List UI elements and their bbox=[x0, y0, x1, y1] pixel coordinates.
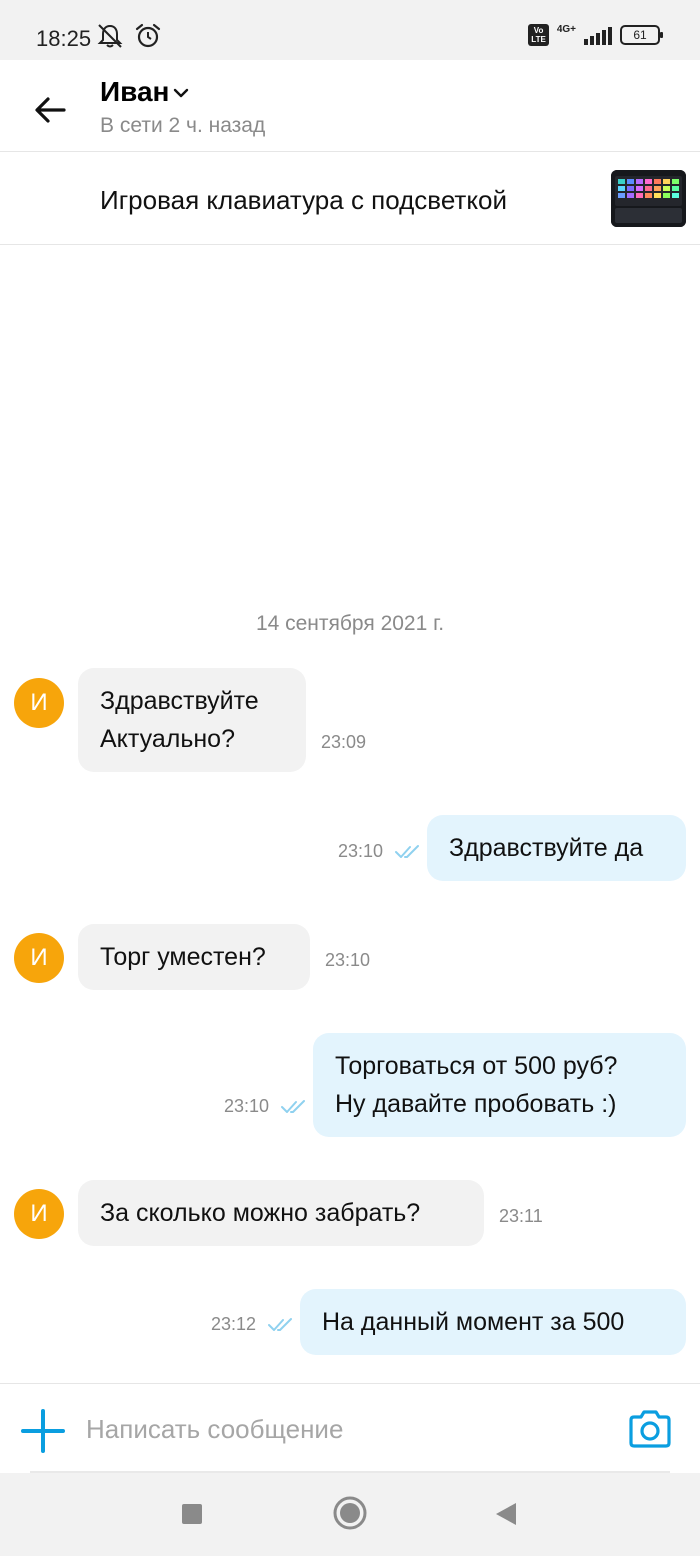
chevron-down-icon[interactable] bbox=[172, 84, 190, 102]
camera-icon[interactable] bbox=[627, 1408, 673, 1450]
avatar[interactable]: И bbox=[14, 1189, 64, 1239]
message-bubble-incoming[interactable]: Торг уместен? bbox=[78, 924, 310, 990]
message-time: 23:10 bbox=[325, 950, 371, 970]
contact-status: В сети 2 ч. назад bbox=[100, 114, 266, 137]
contact-name[interactable]: Иван bbox=[100, 76, 169, 108]
message-composer bbox=[0, 1383, 700, 1473]
status-bar: 18:25 Vo LTE 4G+ 61 bbox=[0, 0, 700, 60]
signal-icon bbox=[584, 25, 612, 45]
volte-icon: Vo LTE bbox=[528, 24, 549, 46]
back-arrow-icon[interactable] bbox=[30, 90, 70, 130]
ad-title[interactable]: Игровая клавиатура с подсветкой bbox=[100, 185, 507, 216]
message-time: 23:11 bbox=[499, 1206, 543, 1226]
status-indicators: Vo LTE 4G+ 61 bbox=[528, 23, 663, 46]
alarm-icon bbox=[135, 23, 161, 48]
read-checkmarks-icon bbox=[281, 1100, 305, 1113]
ad-thumbnail[interactable] bbox=[611, 170, 686, 227]
plus-icon[interactable] bbox=[20, 1408, 66, 1454]
keyboard-image-icon bbox=[611, 170, 686, 227]
avatar[interactable]: И bbox=[14, 678, 64, 728]
message-bubble-outgoing[interactable]: На данный момент за 500 bbox=[300, 1289, 686, 1355]
message-bubble-outgoing[interactable]: Торговаться от 500 руб? Ну давайте пробо… bbox=[313, 1033, 686, 1137]
network-type: 4G+ bbox=[556, 23, 576, 35]
mute-notifications-icon bbox=[97, 24, 123, 48]
read-checkmarks-icon bbox=[268, 1318, 292, 1331]
recents-square-icon[interactable] bbox=[180, 1502, 204, 1526]
message-time: 23:10 bbox=[338, 841, 384, 861]
home-circle-icon[interactable] bbox=[332, 1495, 368, 1531]
message-bubble-incoming[interactable]: За сколько можно забрать? bbox=[78, 1180, 484, 1246]
read-checkmarks-icon bbox=[395, 845, 419, 858]
status-time: 18:25 bbox=[36, 26, 92, 51]
battery-icon: 61 bbox=[620, 25, 663, 45]
message-time: 23:12 bbox=[211, 1314, 257, 1334]
avatar[interactable]: И bbox=[14, 933, 64, 983]
back-triangle-icon[interactable] bbox=[494, 1501, 518, 1527]
message-bubble-incoming[interactable]: Здравствуйте Актуально? bbox=[78, 668, 306, 772]
message-input[interactable] bbox=[86, 1404, 606, 1454]
ad-link[interactable]: Игровая клавиатура с подсветкой bbox=[0, 153, 700, 245]
message-time: 23:10 bbox=[224, 1096, 270, 1116]
date-separator: 14 сентября 2021 г. bbox=[255, 612, 445, 635]
message-bubble-outgoing[interactable]: Здравствуйте да bbox=[427, 815, 686, 881]
chat-header: Иван В сети 2 ч. назад bbox=[0, 60, 700, 152]
message-time: 23:09 bbox=[321, 732, 367, 752]
system-navigation-bar bbox=[0, 1473, 700, 1556]
